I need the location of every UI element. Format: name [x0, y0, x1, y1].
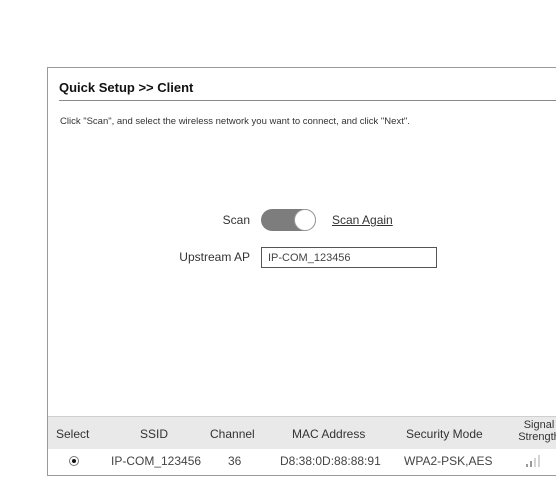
col-signal-line2: Strength — [518, 431, 556, 443]
network-table-header: Select SSID Channel MAC Address Security… — [48, 416, 556, 450]
cell-mac: D8:38:0D:88:88:91 — [280, 454, 381, 468]
instructions-text: Click "Scan", and select the wireless ne… — [60, 116, 410, 127]
cell-ssid: IP-COM_123456 — [111, 454, 202, 468]
cell-security: WPA2-PSK,AES — [404, 454, 493, 468]
col-mac-address: MAC Address — [292, 427, 366, 441]
col-channel: Channel — [210, 427, 255, 441]
scan-again-link[interactable]: Scan Again — [332, 213, 393, 227]
scan-toggle[interactable] — [261, 209, 316, 231]
scan-label: Scan — [222, 213, 250, 227]
quick-setup-panel: Quick Setup >> Client Click "Scan", and … — [47, 67, 556, 476]
col-security-mode: Security Mode — [406, 427, 483, 441]
toggle-knob — [294, 209, 316, 231]
table-row[interactable]: IP-COM_123456 36 D8:38:0D:88:88:91 WPA2-… — [48, 449, 556, 473]
signal-strength-icon — [526, 455, 540, 467]
col-ssid: SSID — [140, 427, 169, 441]
page-title: Quick Setup >> Client — [59, 80, 194, 95]
col-signal-strength: Signal Strength — [508, 419, 556, 443]
upstream-ap-label: Upstream AP — [179, 250, 250, 264]
select-radio[interactable] — [69, 456, 79, 466]
cell-channel: 36 — [228, 454, 242, 468]
col-signal-line1: Signal — [523, 419, 555, 431]
title-bar: Quick Setup >> Client — [59, 78, 556, 101]
upstream-ap-input[interactable] — [261, 247, 437, 268]
col-select: Select — [56, 427, 90, 441]
